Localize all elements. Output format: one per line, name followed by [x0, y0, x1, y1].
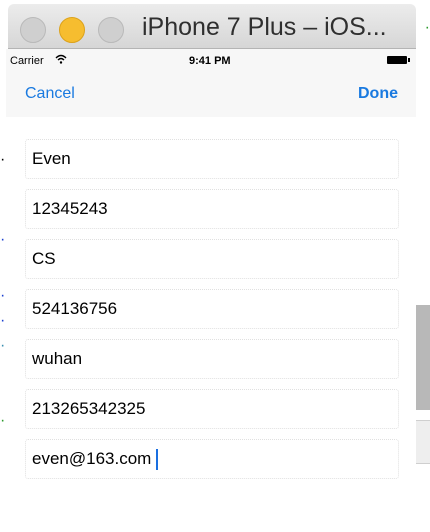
city-field-row — [25, 339, 399, 379]
battery-icon — [387, 56, 407, 64]
carrier-label: Carrier — [10, 55, 44, 67]
phone-field-row — [25, 189, 399, 229]
email-field-row — [25, 439, 399, 479]
ios-status-bar: Carrier 9:41 PM — [6, 49, 416, 71]
background-app-gray-region — [416, 305, 430, 410]
simulator-screen: Carrier 9:41 PM Cancel Done — [6, 49, 416, 532]
background-edge-glyph: · — [424, 19, 430, 36]
qq-field-row — [25, 289, 399, 329]
name-field-row — [25, 139, 399, 179]
wifi-icon — [55, 54, 67, 64]
background-edge-glyph: · — [0, 287, 6, 304]
id-number-field[interactable] — [32, 390, 382, 428]
department-field-row — [25, 239, 399, 279]
background-edge-glyph: · — [0, 231, 6, 248]
window-zoom-button[interactable] — [98, 17, 124, 43]
background-edge-glyph: · — [0, 312, 6, 329]
background-edge-glyph: · — [0, 337, 6, 354]
background-edge-glyph: · — [0, 151, 6, 168]
city-field[interactable] — [32, 340, 382, 378]
background-edge-glyph: · — [0, 412, 6, 429]
battery-tip-icon — [408, 58, 410, 62]
department-field[interactable] — [32, 240, 382, 278]
qq-field[interactable] — [32, 290, 382, 328]
simulator-title-bar: iPhone 7 Plus – iOS... — [8, 4, 416, 49]
done-button[interactable]: Done — [358, 85, 398, 103]
cancel-button[interactable]: Cancel — [25, 85, 75, 103]
email-field[interactable] — [32, 440, 382, 478]
form-fields — [25, 139, 399, 489]
id-number-field-row — [25, 389, 399, 429]
window-close-button[interactable] — [20, 17, 46, 43]
window-title: iPhone 7 Plus – iOS... — [142, 13, 387, 41]
phone-field[interactable] — [32, 190, 382, 228]
navigation-bar: Cancel Done — [6, 71, 416, 117]
name-field[interactable] — [32, 140, 382, 178]
background-app-strip — [416, 420, 430, 464]
status-time: 9:41 PM — [189, 55, 231, 67]
window-minimize-button[interactable] — [59, 17, 85, 43]
text-cursor — [156, 449, 158, 470]
